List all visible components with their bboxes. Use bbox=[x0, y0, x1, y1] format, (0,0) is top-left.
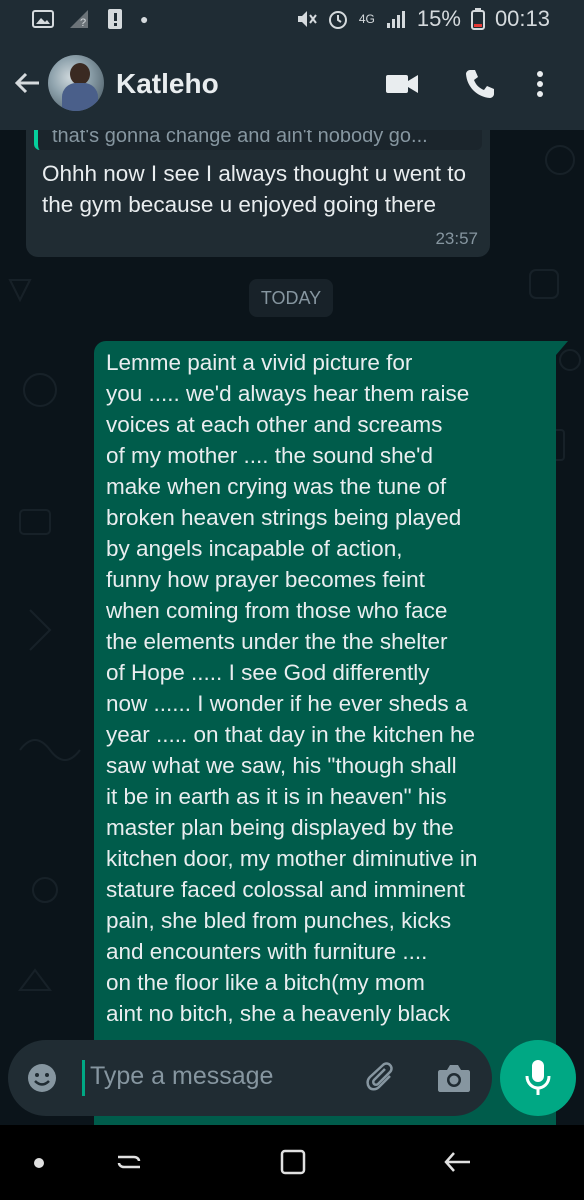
svg-text:?: ? bbox=[80, 17, 86, 29]
text-cursor bbox=[82, 1060, 85, 1096]
clock: 00:13 bbox=[494, 6, 550, 31]
chat-area[interactable]: that's gonna change and ain't nobody go.… bbox=[0, 130, 584, 1130]
home-icon[interactable] bbox=[278, 1147, 308, 1177]
gallery-icon bbox=[32, 10, 54, 28]
chat-header: Katleho bbox=[0, 40, 584, 130]
date-separator: TODAY bbox=[249, 279, 333, 317]
message-input[interactable]: Type a message bbox=[90, 1062, 273, 1091]
outgoing-message[interactable]: Lemme paint a vivid picture for you ....… bbox=[94, 341, 568, 1130]
phone-icon[interactable] bbox=[462, 66, 498, 102]
voice-message-button[interactable] bbox=[500, 1040, 576, 1116]
quoted-text: that's gonna change and ain't nobody go.… bbox=[52, 130, 428, 147]
incoming-message[interactable]: that's gonna change and ain't nobody go.… bbox=[26, 130, 490, 257]
network-type: 4G bbox=[358, 12, 375, 26]
mute-icon bbox=[297, 11, 317, 27]
nav-dot-icon[interactable] bbox=[34, 1158, 44, 1168]
video-call-icon[interactable] bbox=[384, 66, 420, 102]
no-signal-icon: ? bbox=[70, 10, 88, 29]
status-bar: ? ● 4G 15% 00:13 bbox=[0, 0, 584, 40]
recents-icon[interactable] bbox=[114, 1147, 144, 1177]
back-nav-icon[interactable] bbox=[442, 1147, 472, 1177]
alert-icon bbox=[108, 9, 122, 29]
attach-icon[interactable] bbox=[364, 1060, 400, 1096]
battery-icon bbox=[470, 8, 485, 30]
message-time: 23:57 bbox=[435, 229, 478, 248]
message-composer: Type a message bbox=[8, 1040, 492, 1116]
more-options-icon[interactable] bbox=[530, 66, 550, 102]
battery-percent: 15% bbox=[416, 6, 461, 31]
back-arrow-icon[interactable] bbox=[12, 68, 42, 98]
incoming-message-text: Ohhh now I see I always thought u went t… bbox=[42, 161, 467, 217]
signal-icon bbox=[386, 11, 405, 28]
dot-icon: ● bbox=[140, 11, 149, 27]
emoji-icon[interactable] bbox=[26, 1062, 58, 1094]
quoted-reply[interactable]: that's gonna change and ain't nobody go.… bbox=[34, 130, 482, 150]
outgoing-message-text: Lemme paint a vivid picture for you ....… bbox=[106, 350, 478, 1026]
avatar[interactable] bbox=[48, 55, 104, 111]
contact-name[interactable]: Katleho bbox=[116, 68, 219, 100]
mic-icon bbox=[525, 1060, 551, 1095]
camera-icon[interactable] bbox=[436, 1062, 472, 1094]
alarm-icon bbox=[328, 11, 347, 29]
system-nav-bar bbox=[0, 1125, 584, 1200]
